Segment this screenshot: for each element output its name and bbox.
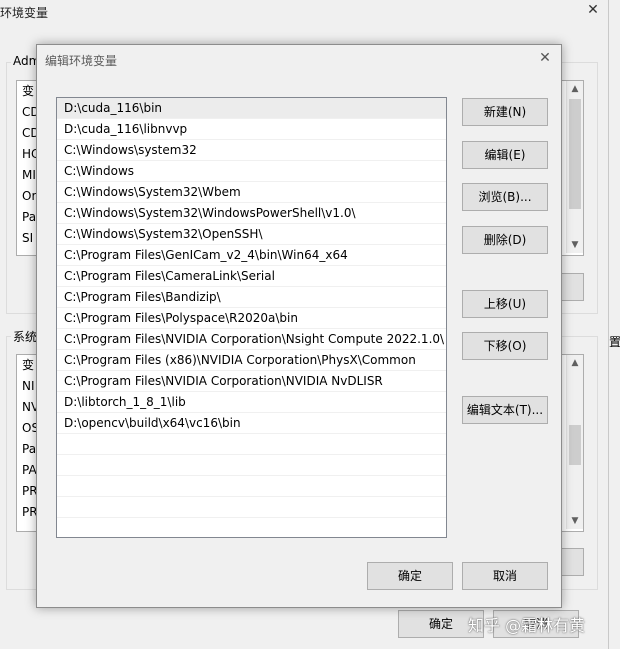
edit-environment-variable-dialog: 编辑环境变量 ✕ D:\cuda_116\bin D:\cuda_116\lib…	[36, 44, 562, 608]
scroll-thumb[interactable]	[569, 425, 581, 465]
path-item[interactable]: C:\Windows\System32\Wbem	[57, 182, 446, 203]
path-item[interactable]: D:\cuda_116\bin	[57, 98, 446, 119]
dialog-title: 编辑环境变量	[45, 54, 118, 68]
path-item[interactable]: D:\opencv\build\x64\vc16\bin	[57, 413, 446, 434]
system-variables-button-stub[interactable]	[560, 548, 584, 576]
path-item[interactable]: C:\Program Files\NVIDIA Corporation\NVID…	[57, 371, 446, 392]
scroll-down-icon[interactable]: ▼	[567, 237, 583, 253]
scroll-up-icon[interactable]: ▲	[567, 81, 583, 97]
empty-path-row[interactable]	[57, 518, 446, 537]
cancel-button[interactable]: 取消	[462, 562, 548, 590]
path-item[interactable]: C:\Program Files\Polyspace\R2020a\bin	[57, 308, 446, 329]
path-item[interactable]: C:\Program Files\GenICam_v2_4\bin\Win64_…	[57, 245, 446, 266]
system-variables-group-label: 系统	[11, 328, 40, 345]
edit-button[interactable]: 编辑(E)	[462, 141, 548, 169]
empty-path-row[interactable]	[57, 476, 446, 497]
window-title: 环境变量	[0, 6, 49, 20]
close-icon[interactable]: ✕	[585, 2, 601, 18]
path-item[interactable]: D:\cuda_116\libnvvp	[57, 119, 446, 140]
user-variables-button-stub[interactable]	[560, 273, 584, 301]
side-text-fragment: 置	[609, 335, 620, 349]
delete-button[interactable]: 删除(D)	[462, 226, 548, 254]
close-icon[interactable]: ✕	[537, 50, 553, 66]
path-item[interactable]: C:\Program Files\CameraLink\Serial	[57, 266, 446, 287]
empty-path-row[interactable]	[57, 455, 446, 476]
system-variables-scrollbar[interactable]: ▲ ▼	[566, 355, 583, 529]
empty-path-row[interactable]	[57, 434, 446, 455]
path-item[interactable]: C:\Windows	[57, 161, 446, 182]
scroll-thumb[interactable]	[569, 99, 581, 209]
empty-path-row[interactable]	[57, 497, 446, 518]
browse-button[interactable]: 浏览(B)...	[462, 183, 548, 211]
path-item[interactable]: C:\Program Files\NVIDIA Corporation\Nsig…	[57, 329, 446, 350]
path-item[interactable]: C:\Windows\system32	[57, 140, 446, 161]
path-item[interactable]: C:\Program Files (x86)\NVIDIA Corporatio…	[57, 350, 446, 371]
ok-button[interactable]: 确定	[367, 562, 453, 590]
user-variables-scrollbar[interactable]: ▲ ▼	[566, 81, 583, 253]
path-item[interactable]: C:\Windows\System32\OpenSSH\	[57, 224, 446, 245]
scroll-up-icon[interactable]: ▲	[567, 355, 583, 371]
scroll-down-icon[interactable]: ▼	[567, 513, 583, 529]
path-item[interactable]: C:\Program Files\Bandizip\	[57, 287, 446, 308]
path-list[interactable]: D:\cuda_116\bin D:\cuda_116\libnvvp C:\W…	[56, 97, 447, 538]
move-up-button[interactable]: 上移(U)	[462, 290, 548, 318]
path-item[interactable]: D:\libtorch_1_8_1\lib	[57, 392, 446, 413]
new-button[interactable]: 新建(N)	[462, 98, 548, 126]
edit-text-button[interactable]: 编辑文本(T)...	[462, 396, 548, 424]
watermark: 知乎 @霜林有黄	[468, 616, 586, 635]
move-down-button[interactable]: 下移(O)	[462, 332, 548, 360]
path-item[interactable]: C:\Windows\System32\WindowsPowerShell\v1…	[57, 203, 446, 224]
